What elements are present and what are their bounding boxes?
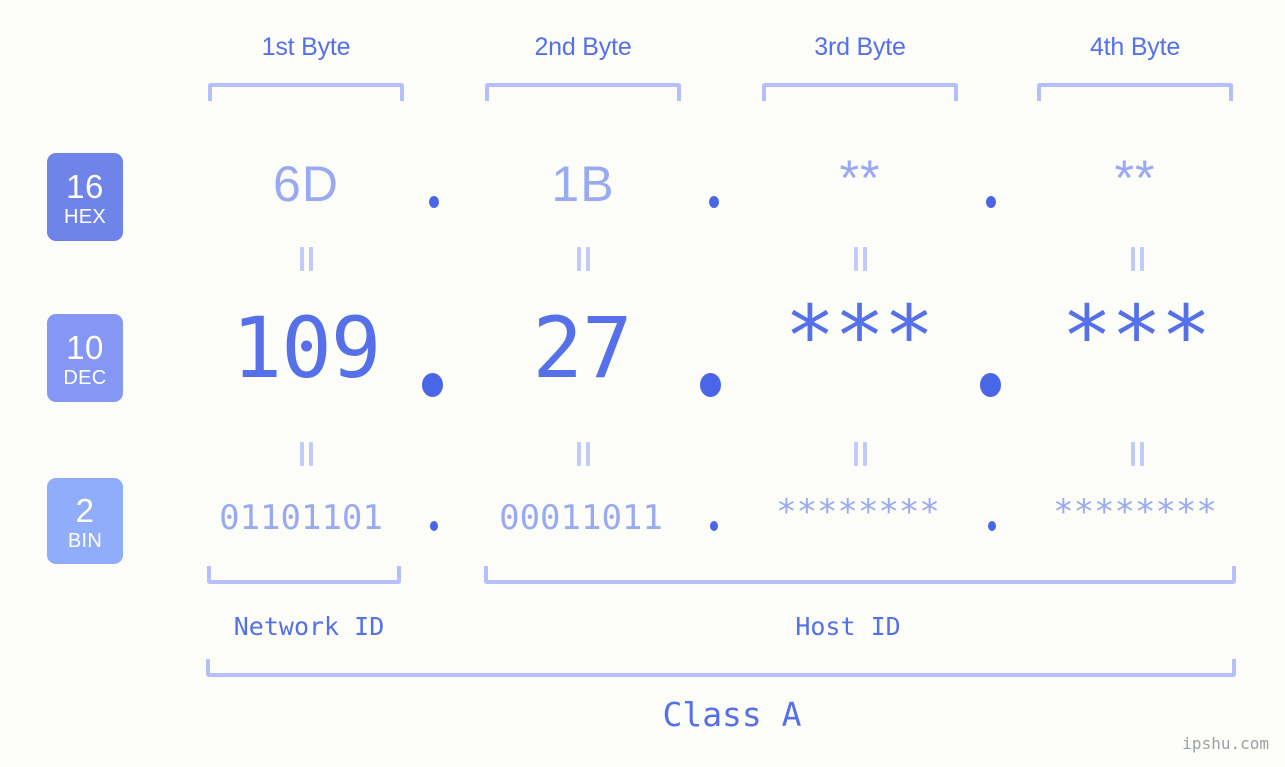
byte-header-2: 2nd Byte [534,33,632,61]
hex-separator-dot-2 [709,196,719,208]
network-id-bracket [207,566,401,584]
byte-bracket-top-1 [208,83,404,101]
host-id-label: Host ID [795,612,901,641]
radix-badge-hex-base: 16 [66,167,104,205]
network-id-label: Network ID [233,612,385,641]
site-watermark: ipshu.com [1182,734,1269,753]
radix-badge-bin-name: BIN [67,529,103,552]
radix-badge-dec-name: DEC [63,366,107,389]
hex-byte-1: 6D [273,156,339,212]
equality-mark-hex-dec-4 [1127,247,1147,271]
radix-badge-bin[interactable]: 2 BIN [47,478,123,564]
equality-mark-dec-bin-1 [296,442,316,466]
byte-header-1: 1st Byte [261,33,351,61]
dec-byte-1: 109 [231,299,382,397]
hex-byte-2: 1B [551,156,615,212]
equality-mark-hex-dec-3 [850,247,870,271]
bin-byte-1: 01101101 [219,498,383,538]
bin-byte-3: ******** [776,492,940,532]
equality-mark-dec-bin-4 [1127,442,1147,466]
byte-bracket-top-4 [1037,83,1233,101]
dec-separator-dot-3 [980,373,1001,397]
dec-separator-dot-2 [700,373,721,397]
host-id-bracket [484,566,1236,584]
radix-badge-bin-base: 2 [75,491,95,529]
byte-bracket-top-2 [485,83,681,101]
byte-bracket-top-3 [762,83,958,101]
diagram-canvas: 1st Byte 2nd Byte 3rd Byte 4th Byte 16 H… [0,0,1285,767]
dec-byte-4: *** [1061,287,1212,385]
hex-separator-dot-3 [986,196,996,208]
dec-byte-3: *** [784,287,935,385]
equality-mark-hex-dec-1 [296,247,316,271]
radix-badge-hex[interactable]: 16 HEX [47,153,123,241]
bin-separator-dot-3 [988,521,996,531]
equality-mark-hex-dec-2 [573,247,593,271]
radix-badge-dec-base: 10 [66,328,104,366]
byte-header-3: 3rd Byte [814,33,906,61]
hex-byte-3: ** [839,150,881,206]
bin-byte-4: ******** [1053,492,1217,532]
equality-mark-dec-bin-2 [573,442,593,466]
hex-separator-dot-1 [429,196,439,208]
bin-separator-dot-2 [710,521,718,531]
radix-badge-dec[interactable]: 10 DEC [47,314,123,402]
dec-separator-dot-1 [422,373,443,397]
byte-header-4: 4th Byte [1089,33,1181,61]
class-label: Class A [662,695,802,734]
radix-badge-hex-name: HEX [63,205,107,228]
hex-byte-4: ** [1114,150,1156,206]
equality-mark-dec-bin-3 [850,442,870,466]
bin-separator-dot-1 [430,521,438,531]
dec-byte-2: 27 [532,299,632,397]
bin-byte-2: 00011011 [499,498,663,538]
class-bracket [206,659,1236,677]
